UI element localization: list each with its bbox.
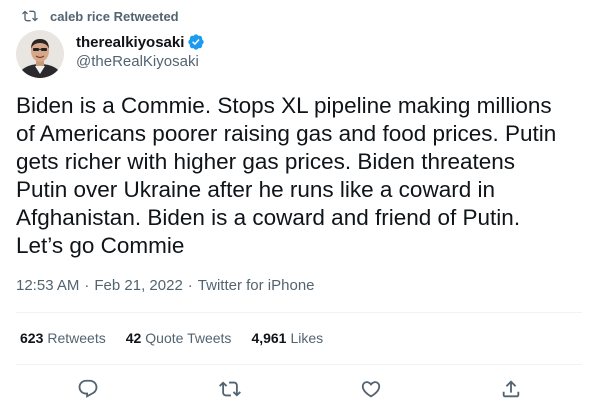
tweet-date[interactable]: Feb 21, 2022 <box>94 277 182 294</box>
author-block[interactable]: therealkiyosaki @theRealKiyosaki <box>76 32 205 70</box>
divider <box>16 312 582 313</box>
retweet-context[interactable]: caleb rice Retweeted <box>22 7 179 25</box>
retweets-count: 623 <box>20 330 44 346</box>
quote-tweets-stat[interactable]: 42 Quote Tweets <box>126 330 232 346</box>
quote-tweets-label: Quote Tweets <box>145 330 232 346</box>
meta-separator: · <box>84 277 90 294</box>
tweet-meta: 12:53 AM · Feb 21, 2022 · Twitter for iP… <box>16 277 315 294</box>
author-display-name[interactable]: therealkiyosaki <box>76 34 184 51</box>
likes-stat[interactable]: 4,961 Likes <box>251 330 323 346</box>
likes-count: 4,961 <box>251 330 287 346</box>
retweet-icon <box>219 381 241 397</box>
like-icon <box>361 381 381 398</box>
share-button[interactable] <box>500 378 522 400</box>
author-handle: @theRealKiyosaki <box>76 53 199 70</box>
action-bar <box>0 378 598 402</box>
meta-separator: · <box>187 277 193 294</box>
avatar[interactable] <box>16 30 64 78</box>
likes-label: Likes <box>290 330 324 346</box>
divider <box>16 364 582 365</box>
reply-icon <box>78 379 98 398</box>
tweet-text: Biden is a Commie. Stops XL pipeline mak… <box>16 93 557 258</box>
quote-tweets-count: 42 <box>125 330 142 346</box>
verified-badge-icon <box>188 34 205 50</box>
retweets-label: Retweets <box>47 330 106 346</box>
share-icon <box>502 380 520 398</box>
retweet-context-label: caleb rice Retweeted <box>50 8 179 24</box>
tweet-source[interactable]: Twitter for iPhone <box>198 277 315 294</box>
retweets-stat[interactable]: 623 Retweets <box>20 330 106 346</box>
retweet-button[interactable] <box>219 378 241 400</box>
engagement-stats: 623 Retweets 42 Quote Tweets 4,961 Likes <box>20 330 343 346</box>
tweet-time[interactable]: 12:53 AM <box>16 277 79 294</box>
retweet-icon <box>22 10 38 22</box>
reply-button[interactable] <box>77 378 99 400</box>
like-button[interactable] <box>360 378 382 400</box>
